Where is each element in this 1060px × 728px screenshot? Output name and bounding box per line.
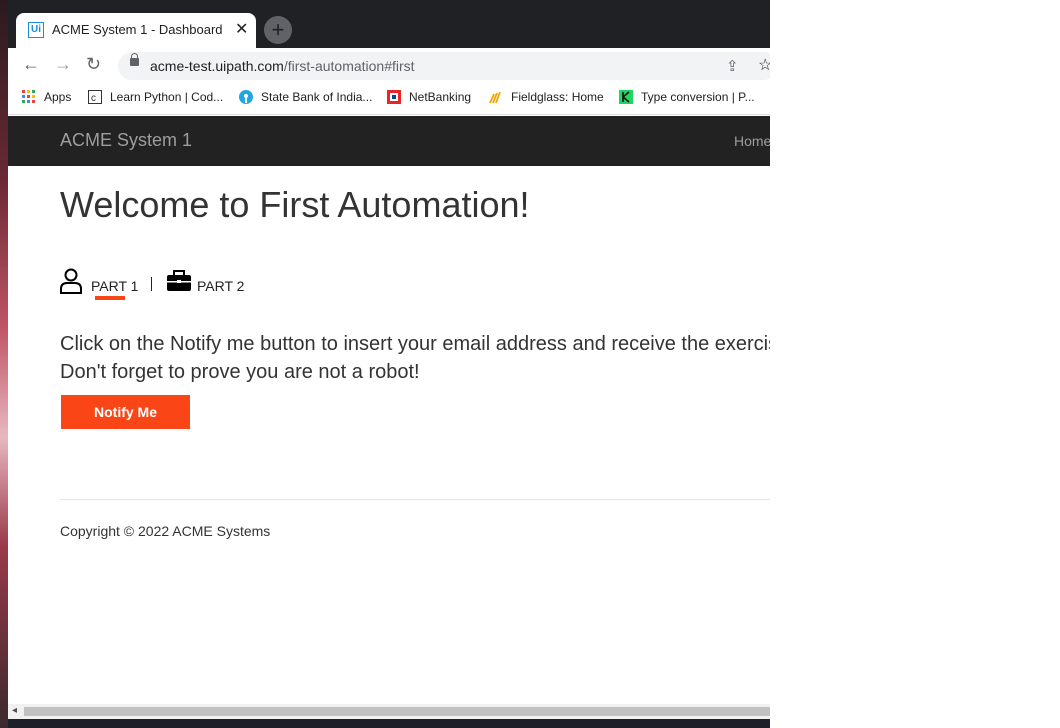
new-tab-button[interactable]: + bbox=[264, 16, 292, 44]
url-text[interactable]: acme-test.uipath.com/first-automation#fi… bbox=[150, 58, 415, 74]
bookmark-label: Fieldglass: Home bbox=[511, 90, 604, 104]
tab-active[interactable]: Ui ACME System 1 - Dashboard ✕ bbox=[16, 13, 256, 48]
bookmark-apps[interactable]: Apps bbox=[22, 90, 71, 104]
share-icon[interactable]: ⇪ bbox=[726, 57, 739, 75]
taskbar bbox=[8, 719, 770, 728]
hdfc-icon bbox=[387, 90, 401, 104]
bookmark-fieldglass[interactable]: Fieldglass: Home bbox=[489, 90, 604, 104]
nav-home-link[interactable]: Home bbox=[734, 133, 770, 149]
sbi-icon bbox=[239, 90, 253, 104]
tab-strip: Ui ACME System 1 - Dashboard ✕ + bbox=[8, 0, 770, 48]
instructions-text: Click on the Notify me button to insert … bbox=[60, 330, 770, 386]
uipath-favicon-icon: Ui bbox=[28, 22, 44, 38]
part-tabs: PART 1 PART 2 bbox=[60, 268, 360, 304]
type-conversion-icon bbox=[619, 90, 633, 104]
horizontal-scrollbar[interactable]: ◂ bbox=[8, 704, 770, 719]
page-title: Welcome to First Automation! bbox=[60, 184, 530, 225]
bookmark-sbi[interactable]: State Bank of India... bbox=[239, 90, 372, 104]
browser-window: Ui ACME System 1 - Dashboard ✕ + ← → ↻ a… bbox=[8, 0, 770, 728]
close-tab-icon[interactable]: ✕ bbox=[235, 19, 248, 39]
site-navbar: ACME System 1 Home bbox=[8, 116, 770, 166]
instructions-line-1: Click on the Notify me button to insert … bbox=[60, 333, 770, 355]
bookmark-label: Learn Python | Cod... bbox=[110, 90, 224, 104]
bookmark-label: Type conversion | P... bbox=[641, 90, 755, 104]
instructions-line-2: Don't forget to prove you are not a robo… bbox=[60, 361, 420, 383]
active-tab-indicator bbox=[95, 296, 125, 300]
tab-part-1[interactable]: PART 1 bbox=[91, 278, 138, 294]
briefcase-icon[interactable] bbox=[166, 270, 192, 292]
scroll-left-arrow-icon[interactable]: ◂ bbox=[12, 705, 17, 716]
footer-divider bbox=[60, 499, 770, 500]
url-host: acme-test.uipath.com bbox=[150, 58, 284, 74]
bookmark-label: State Bank of India... bbox=[261, 90, 373, 104]
bookmark-label: Apps bbox=[44, 90, 72, 104]
empty-area bbox=[770, 0, 1060, 728]
lock-icon[interactable] bbox=[130, 53, 139, 66]
apps-grid-icon bbox=[22, 90, 35, 103]
forward-arrow-icon[interactable]: → bbox=[54, 54, 72, 75]
tab-part-2[interactable]: PART 2 bbox=[197, 278, 244, 294]
back-arrow-icon[interactable]: ← bbox=[22, 54, 40, 75]
tab-separator bbox=[151, 277, 152, 291]
fieldglass-icon bbox=[489, 91, 501, 104]
footer-copyright: Copyright © 2022 ACME Systems bbox=[60, 523, 271, 539]
user-icon[interactable] bbox=[60, 268, 82, 294]
reload-icon[interactable]: ↻ bbox=[86, 54, 101, 75]
url-path: /first-automation#first bbox=[283, 58, 415, 74]
desktop-background bbox=[0, 0, 8, 728]
bookmark-learn-python[interactable]: c Learn Python | Cod... bbox=[88, 90, 223, 104]
bookmarks-bar: Apps c Learn Python | Cod... State Bank … bbox=[8, 82, 770, 115]
bookmark-type-conversion[interactable]: Type conversion | P... bbox=[619, 90, 755, 104]
browser-toolbar: ← → ↻ acme-test.uipath.com/first-automat… bbox=[8, 48, 770, 82]
scrollbar-thumb[interactable] bbox=[24, 707, 770, 716]
address-bar[interactable]: acme-test.uipath.com/first-automation#fi… bbox=[118, 52, 770, 80]
codecademy-icon: c bbox=[88, 90, 102, 104]
brand-link[interactable]: ACME System 1 bbox=[60, 130, 192, 151]
tab-title: ACME System 1 - Dashboard bbox=[52, 22, 223, 37]
svg-text:c: c bbox=[91, 93, 96, 104]
notify-me-button[interactable]: Notify Me bbox=[61, 395, 190, 429]
bookmark-netbanking[interactable]: NetBanking bbox=[387, 90, 471, 104]
bookmark-star-icon[interactable]: ☆ bbox=[758, 55, 770, 75]
bookmark-label: NetBanking bbox=[409, 90, 472, 104]
